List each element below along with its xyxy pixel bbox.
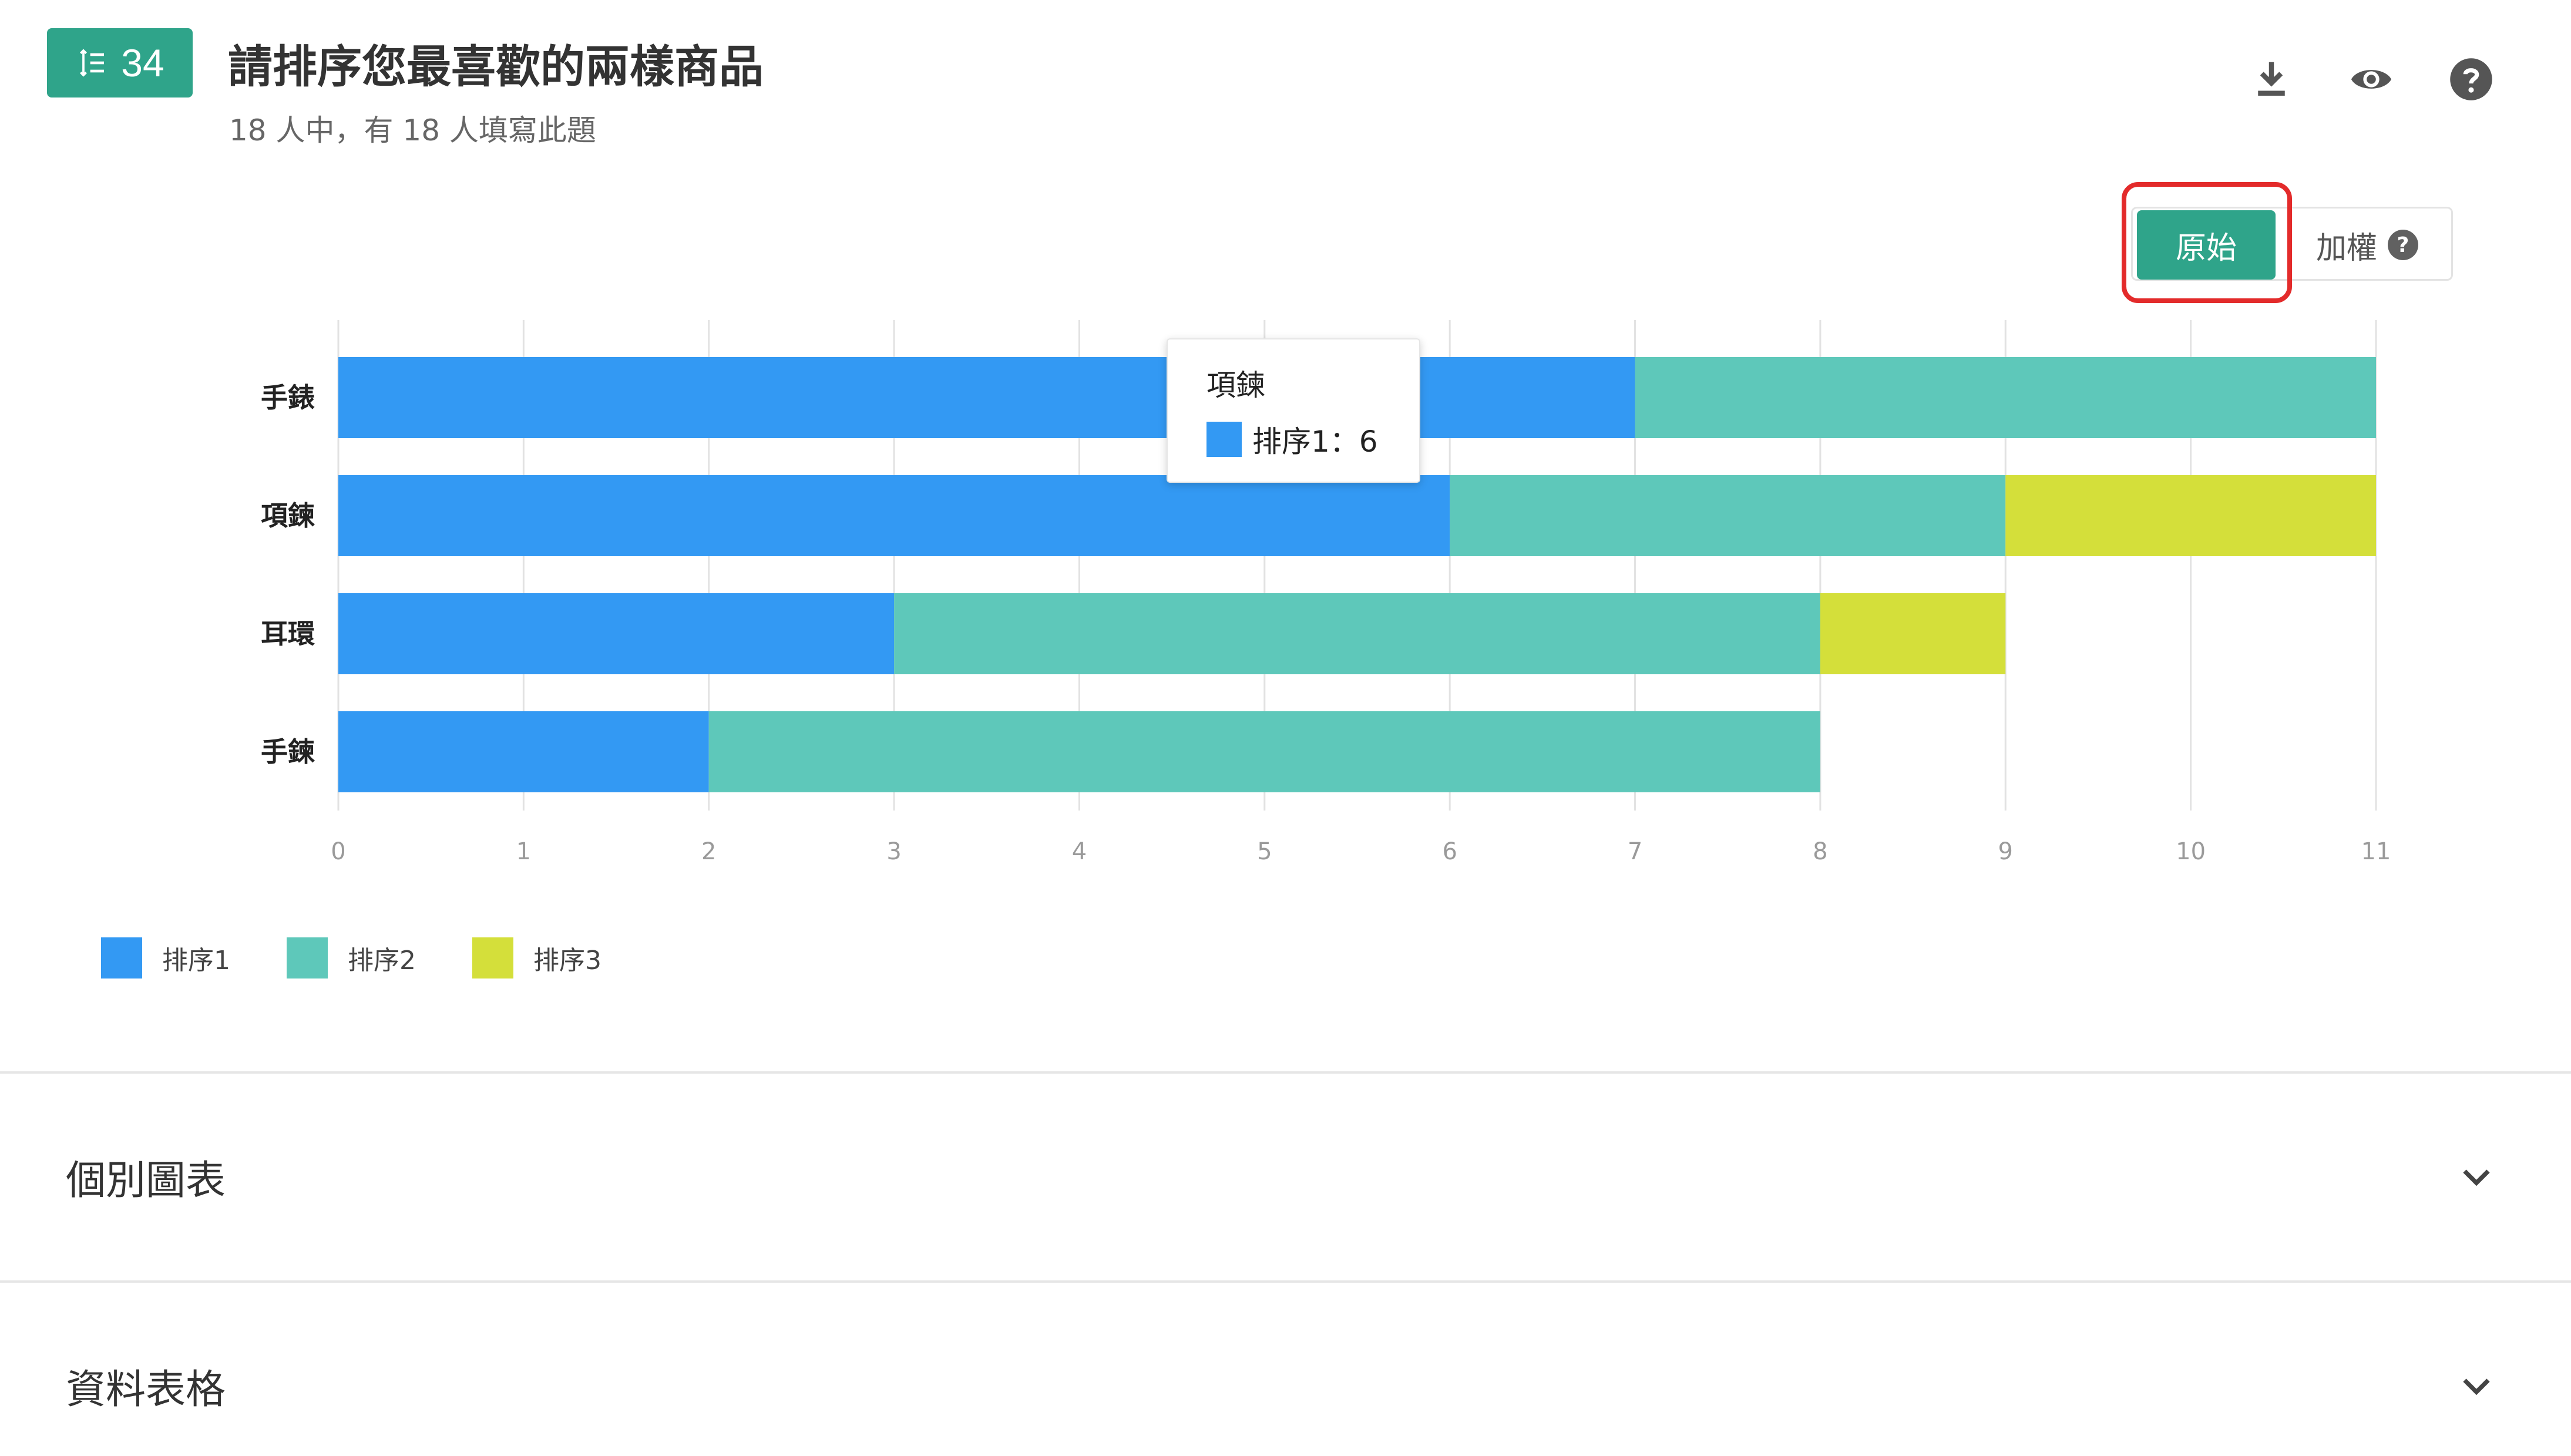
- x-tick-label: 8: [1813, 838, 1827, 865]
- section-divider: [0, 1071, 2571, 1074]
- chart-tooltip: 項鍊 排序1：6: [1167, 338, 1420, 483]
- x-tick-label: 5: [1257, 838, 1272, 865]
- bar-segment[interactable]: [1635, 357, 2376, 438]
- bar-segment[interactable]: [338, 475, 1450, 556]
- x-tick-label: 4: [1072, 838, 1087, 865]
- bar-segment[interactable]: [338, 357, 1635, 438]
- x-tick-label: 6: [1442, 838, 1457, 865]
- y-category-label: 手錶: [261, 382, 315, 413]
- section-divider: [0, 1280, 2571, 1283]
- legend-label: 排序3: [533, 946, 601, 976]
- chevron-down-icon[interactable]: [2459, 1159, 2494, 1195]
- legend-label: 排序2: [348, 946, 416, 976]
- y-category-label: 項鍊: [261, 500, 315, 532]
- section-data-table[interactable]: 資料表格: [66, 1357, 226, 1415]
- legend-item-rank1[interactable]: 排序1: [101, 937, 230, 978]
- ranking-bar-chart: 手錶項鍊耳環手鍊 0 1 2 3 4 5 6 7 8 9 10 11: [261, 320, 2391, 865]
- legend-item-rank2[interactable]: 排序2: [287, 937, 416, 978]
- bar-segment[interactable]: [1820, 593, 2006, 674]
- x-tick-label: 3: [886, 838, 901, 865]
- legend-swatch: [287, 937, 328, 978]
- x-tick-label: 7: [1628, 838, 1642, 865]
- legend-swatch: [472, 937, 513, 978]
- x-tick-label: 1: [516, 838, 531, 865]
- x-tick-label: 11: [2361, 838, 2391, 865]
- bar-segment[interactable]: [894, 593, 1820, 674]
- bar-segment[interactable]: [338, 593, 895, 674]
- tooltip-swatch: [1206, 422, 1242, 457]
- legend-label: 排序1: [162, 946, 230, 976]
- section-individual-charts[interactable]: 個別圖表: [66, 1148, 226, 1206]
- chevron-down-icon[interactable]: [2459, 1368, 2494, 1404]
- bar-segment[interactable]: [1450, 475, 2006, 556]
- x-tick-label: 9: [1998, 838, 2013, 865]
- tooltip-title: 項鍊: [1206, 368, 1265, 402]
- x-tick-label: 0: [331, 838, 345, 865]
- y-category-label: 耳環: [261, 618, 315, 650]
- chart-legend: 排序1 排序2 排序3: [101, 937, 601, 978]
- x-tick-label: 2: [701, 838, 716, 865]
- legend-item-rank3[interactable]: 排序3: [472, 937, 601, 978]
- legend-swatch: [101, 937, 142, 978]
- x-tick-label: 10: [2176, 838, 2206, 865]
- bar-segment[interactable]: [2005, 475, 2376, 556]
- bar-segment[interactable]: [338, 711, 709, 792]
- tooltip-value: 排序1：6: [1252, 425, 1378, 459]
- bar-segment[interactable]: [708, 711, 1820, 792]
- y-category-label: 手鍊: [261, 736, 315, 768]
